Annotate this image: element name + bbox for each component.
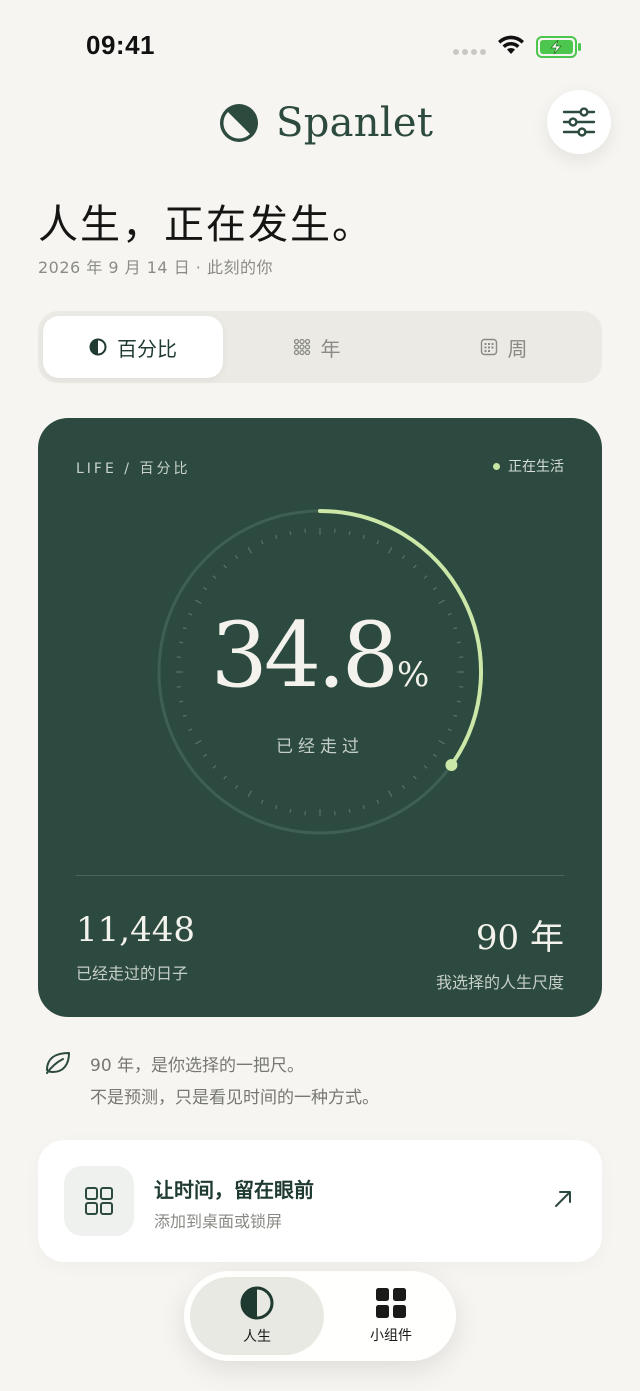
ring-tick bbox=[274, 804, 278, 810]
percent-value: 34.8 bbox=[210, 603, 399, 708]
page-title: 人生，正在发生。 bbox=[38, 202, 374, 248]
ring-tick bbox=[260, 540, 264, 545]
ring-tick bbox=[432, 586, 437, 591]
brand-name: Spanlet bbox=[276, 100, 434, 146]
tab-year-label: 年 bbox=[320, 336, 341, 361]
leaf-icon bbox=[46, 1052, 70, 1074]
ring-tick bbox=[376, 799, 380, 804]
ring-tick bbox=[212, 575, 217, 579]
tab-life-label: 人生 bbox=[243, 1329, 271, 1345]
status-time: 09:41 bbox=[86, 30, 155, 60]
ring-tick bbox=[413, 564, 417, 569]
ring-tick bbox=[387, 790, 393, 798]
widget-promo-title: 让时间，留在眼前 bbox=[154, 1178, 314, 1202]
ring-tick bbox=[289, 531, 292, 536]
ring-tick bbox=[423, 575, 428, 579]
widget-promo-subtitle: 添加到桌面或锁屏 bbox=[154, 1212, 283, 1231]
ring-tick bbox=[234, 555, 239, 560]
percent-readout: 34.8% bbox=[38, 603, 602, 708]
ring-tick bbox=[401, 555, 406, 560]
grid-icon bbox=[85, 1187, 113, 1215]
dot-grid-icon bbox=[293, 338, 310, 356]
percent-unit: % bbox=[397, 655, 430, 695]
battery-icon bbox=[536, 36, 581, 58]
living-status: 正在生活 bbox=[493, 456, 564, 476]
settings-button[interactable] bbox=[547, 90, 611, 154]
view-mode-segmented: 百分比 年 周 bbox=[38, 311, 602, 383]
ring-tick bbox=[401, 784, 406, 789]
ring-tick bbox=[247, 546, 253, 554]
days-lived-stat: 11,448 已经走过的日子 bbox=[76, 910, 195, 984]
ring-tick bbox=[234, 784, 239, 789]
ring-tick bbox=[223, 564, 227, 569]
arrow-up-right-icon bbox=[555, 1191, 571, 1207]
grid-icon bbox=[376, 1288, 406, 1318]
status-dot bbox=[493, 462, 500, 470]
ring-tick bbox=[212, 765, 217, 769]
add-widget-card[interactable]: 让时间，留在眼前 添加到桌面或锁屏 bbox=[38, 1140, 602, 1262]
tab-week-label: 周 bbox=[507, 336, 528, 361]
tab-widgets-label: 小组件 bbox=[370, 1328, 412, 1344]
ring-caption: 已经走过 bbox=[276, 737, 364, 757]
tab-life[interactable]: 人生 bbox=[190, 1277, 324, 1355]
ring-tick bbox=[247, 790, 253, 798]
note-line-1: 90 年，是你选择的一把尺。 bbox=[90, 1056, 305, 1076]
logo-icon bbox=[220, 104, 258, 142]
tab-percent[interactable]: 百分比 bbox=[43, 316, 223, 378]
ring-tick bbox=[188, 728, 193, 732]
calendar-grid-icon bbox=[480, 338, 497, 356]
ring-tick bbox=[452, 714, 458, 718]
days-lived-label: 已经走过的日子 bbox=[76, 964, 189, 983]
note-line-2: 不是预测，只是看见时间的一种方式。 bbox=[90, 1088, 379, 1108]
date-subtitle: 2026 年 9 月 14 日 · 此刻的你 bbox=[38, 258, 273, 277]
widget-icon-box bbox=[64, 1166, 134, 1236]
ring-tick bbox=[387, 546, 393, 554]
bottom-tab-bar: 人生 小组件 bbox=[184, 1271, 456, 1361]
ring-tick bbox=[260, 799, 264, 804]
ring-tick bbox=[289, 808, 292, 813]
tab-widgets[interactable]: 小组件 bbox=[324, 1277, 458, 1355]
life-progress-card: LIFE / 百分比 正在生活 34.8% 已经走过 11,448 已经走过的日… bbox=[38, 418, 602, 1017]
scale-note: 90 年，是你选择的一把尺。 不是预测，只是看见时间的一种方式。 bbox=[44, 1050, 379, 1114]
ring-tick bbox=[362, 804, 366, 810]
ring-tick bbox=[362, 534, 366, 540]
ring-tick bbox=[447, 728, 452, 732]
ring-tick bbox=[348, 808, 351, 813]
ring-tick bbox=[423, 765, 428, 769]
life-span-stat[interactable]: 90 年 我选择的人生尺度 bbox=[436, 910, 564, 993]
ring-tick bbox=[223, 775, 227, 780]
life-span-value: 90 年 bbox=[475, 918, 564, 958]
ring-tick bbox=[203, 586, 208, 591]
progress-knob bbox=[445, 758, 458, 771]
card-eyebrow: LIFE / 百分比 bbox=[76, 461, 191, 477]
sliders-icon bbox=[562, 107, 596, 137]
ring-tick bbox=[376, 540, 380, 545]
tab-percent-label: 百分比 bbox=[117, 336, 177, 361]
tab-year[interactable]: 年 bbox=[223, 316, 410, 378]
tab-week[interactable]: 周 bbox=[410, 316, 597, 378]
ring-tick bbox=[348, 531, 351, 536]
card-divider bbox=[76, 875, 564, 876]
wifi-icon bbox=[498, 35, 524, 54]
half-circle-icon bbox=[89, 338, 107, 356]
half-circle-icon bbox=[240, 1286, 274, 1320]
life-span-label: 我选择的人生尺度 bbox=[435, 973, 564, 992]
ring-tick bbox=[413, 775, 417, 780]
app-screen: 09:41 Spanlet 人生，正在发生。 2026 年 9 月 14 日 ·… bbox=[0, 0, 640, 1391]
ring-tick bbox=[274, 534, 278, 540]
living-status-label: 正在生活 bbox=[508, 459, 564, 475]
ring-tick bbox=[182, 714, 188, 718]
brand-logo: Spanlet bbox=[218, 100, 433, 146]
signal-icon bbox=[453, 49, 486, 55]
days-lived-value: 11,448 bbox=[76, 910, 195, 950]
